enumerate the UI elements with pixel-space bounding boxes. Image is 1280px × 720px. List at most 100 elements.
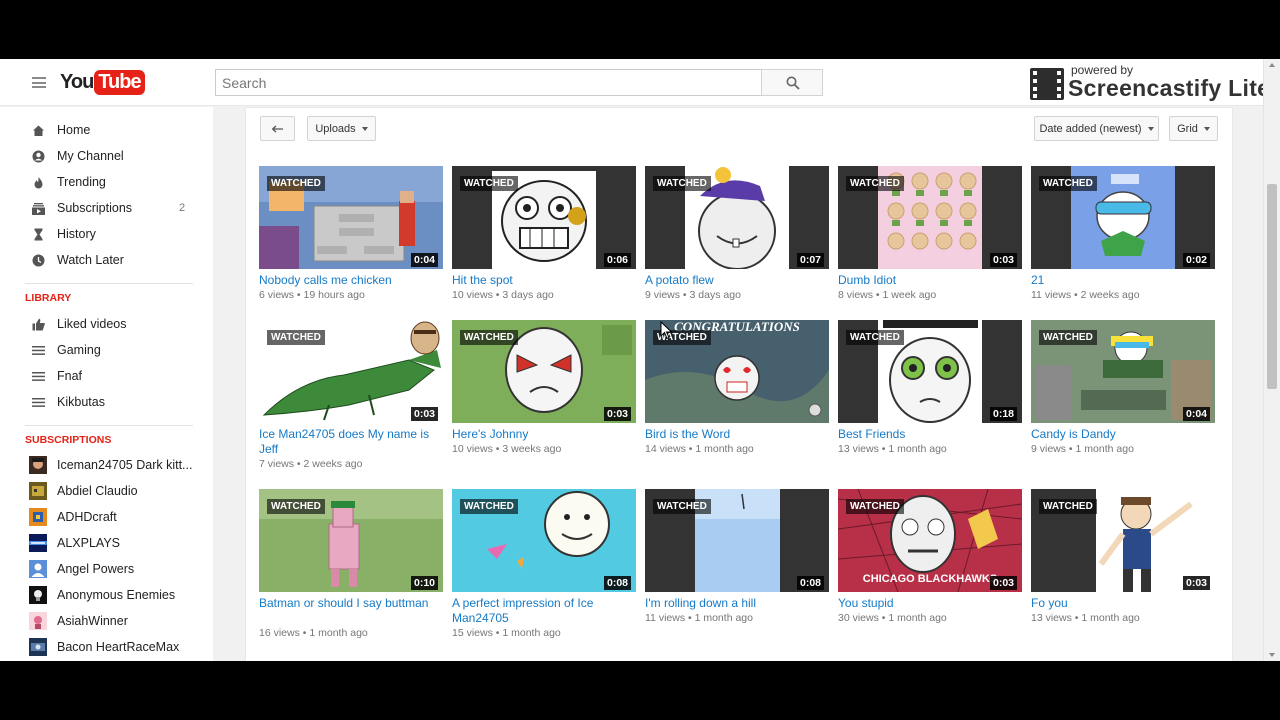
sidebar-item-trending[interactable]: Trending xyxy=(0,169,213,195)
uploads-dropdown[interactable]: Uploads xyxy=(307,116,376,141)
subscription-item[interactable]: Abdiel Claudio xyxy=(0,478,213,504)
duration-badge: 0:03 xyxy=(1182,576,1210,590)
subscription-item[interactable]: Iceman24705 Dark kitt... xyxy=(0,452,213,478)
browser-viewport: You Tube Search powered by Screencastify… xyxy=(0,59,1280,661)
watched-badge: WATCHED xyxy=(653,176,711,191)
view-count: 11 views xyxy=(1031,289,1072,301)
sidebar-item-label: Subscriptions xyxy=(57,201,133,215)
video-thumbnail[interactable]: WATCHED 0:04 xyxy=(259,166,443,269)
search-input[interactable]: Search xyxy=(215,69,762,96)
watched-badge: WATCHED xyxy=(653,499,711,514)
sidebar-item-label: History xyxy=(57,227,96,241)
scrollbar-thumb[interactable] xyxy=(1267,184,1277,389)
view-count: 7 views xyxy=(259,458,295,470)
guide-menu-icon[interactable] xyxy=(32,77,46,88)
video-title-link[interactable]: Batman or should I say buttman xyxy=(259,596,443,611)
video-meta: 11 views • 2 weeks ago xyxy=(1031,289,1140,301)
view-count: 8 views xyxy=(838,289,874,301)
video-thumbnail[interactable]: WATCHED 0:07 xyxy=(645,166,829,269)
video-thumbnail[interactable]: WATCHED 0:06 xyxy=(452,166,636,269)
video-thumbnail[interactable]: WATCHED 0:08 xyxy=(452,489,636,592)
sidebar-item-watch-later[interactable]: Watch Later xyxy=(0,247,213,273)
chevron-down-icon xyxy=(1147,126,1154,131)
watched-badge: WATCHED xyxy=(1039,176,1097,191)
video-thumbnail[interactable]: WATCHED 0:18 xyxy=(838,320,1022,423)
video-title-link[interactable]: Here's Johnny xyxy=(452,427,636,442)
video-title-link[interactable]: Ice Man24705 does My name is Jeff xyxy=(259,427,443,457)
video-title-link[interactable]: Best Friends xyxy=(838,427,1022,442)
search-button[interactable] xyxy=(761,69,823,96)
video-thumbnail[interactable]: WATCHED 0:02 xyxy=(1031,166,1215,269)
video-thumbnail[interactable]: WATCHED 0:03 xyxy=(259,320,443,423)
duration-badge: 0:10 xyxy=(410,576,438,590)
channel-avatar xyxy=(29,534,47,552)
sidebar-divider xyxy=(25,283,193,284)
video-title-link[interactable]: Hit the spot xyxy=(452,273,636,288)
channel-videos-panel: Uploads Date added (newest) Grid WATCHED… xyxy=(245,107,1233,661)
list-icon xyxy=(32,345,45,355)
video-thumbnail[interactable]: WATCHED 0:03 xyxy=(452,320,636,423)
video-meta: 15 views • 1 month ago xyxy=(452,627,561,639)
video-thumbnail[interactable]: CHICAGO BLACKHAWKS WATCHED 0:03 xyxy=(838,489,1022,592)
sidebar-item-history[interactable]: History xyxy=(0,221,213,247)
subscription-item[interactable]: ADHDcraft xyxy=(0,504,213,530)
subscription-item[interactable]: ALXPLAYS xyxy=(0,530,213,556)
video-thumbnail[interactable]: WATCHED 0:03 xyxy=(838,166,1022,269)
scroll-down-icon[interactable] xyxy=(1269,653,1275,657)
sidebar-item-my-channel[interactable]: My Channel xyxy=(0,143,213,169)
duration-badge: 0:03 xyxy=(989,253,1017,267)
video-meta: 16 views • 1 month ago xyxy=(259,627,368,639)
subscription-label: Abdiel Claudio xyxy=(57,484,138,498)
video-thumbnail[interactable]: WATCHED 0:08 xyxy=(645,489,829,592)
sidebar-item-label: Kikbutas xyxy=(57,395,105,409)
video-title-link[interactable]: Nobody calls me chicken xyxy=(259,273,443,288)
back-arrow-icon xyxy=(271,125,283,132)
video-title-link[interactable]: You stupid xyxy=(838,596,1022,611)
watched-badge: WATCHED xyxy=(1039,499,1097,514)
video-title-link[interactable]: I'm rolling down a hill xyxy=(645,596,829,611)
watched-badge: WATCHED xyxy=(1039,330,1097,345)
video-title-link[interactable]: Candy is Dandy xyxy=(1031,427,1215,442)
subscription-item[interactable]: AsiahWinner xyxy=(0,608,213,634)
video-thumbnail[interactable]: WATCHED 0:10 xyxy=(259,489,443,592)
video-title-link[interactable]: Dumb Idiot xyxy=(838,273,1022,288)
video-title-link[interactable]: Fo you xyxy=(1031,596,1215,611)
upload-age: 3 days ago xyxy=(502,289,554,301)
youtube-logo[interactable]: You Tube xyxy=(60,70,145,95)
view-count: 13 views xyxy=(1031,612,1072,624)
sidebar-item-home[interactable]: Home xyxy=(0,117,213,143)
sidebar-item-liked-videos[interactable]: Liked videos xyxy=(0,311,213,337)
video-meta: 9 views • 1 month ago xyxy=(1031,443,1134,455)
sidebar-item-kikbutas[interactable]: Kikbutas xyxy=(0,389,213,415)
video-title-link[interactable]: Bird is the Word xyxy=(645,427,829,442)
watched-badge: WATCHED xyxy=(846,330,904,345)
subscription-item[interactable]: Bacon HeartRaceMax xyxy=(0,634,213,660)
video-meta: 10 views • 3 days ago xyxy=(452,289,554,301)
sidebar-item-label: Watch Later xyxy=(57,253,124,267)
sort-dropdown[interactable]: Date added (newest) xyxy=(1034,116,1159,141)
view-count: 11 views xyxy=(645,612,686,624)
sidebar-item-gaming[interactable]: Gaming xyxy=(0,337,213,363)
video-meta: 10 views • 3 weeks ago xyxy=(452,443,562,455)
sidebar-item-fnaf[interactable]: Fnaf xyxy=(0,363,213,389)
video-thumbnail[interactable]: WATCHED 0:04 xyxy=(1031,320,1215,423)
view-dropdown[interactable]: Grid xyxy=(1169,116,1218,141)
hourglass-icon xyxy=(34,228,43,240)
page-scrollbar[interactable] xyxy=(1263,59,1280,661)
sidebar-item-subscriptions[interactable]: Subscriptions 2 xyxy=(0,195,213,221)
video-thumbnail[interactable]: WATCHED 0:03 xyxy=(1031,489,1215,592)
video-title-link[interactable]: A perfect impression of Ice Man24705 xyxy=(452,596,636,626)
watched-badge: WATCHED xyxy=(267,499,325,514)
subscriptions-heading[interactable]: SUBSCRIPTIONS xyxy=(25,434,111,446)
video-title-link[interactable]: A potato flew xyxy=(645,273,829,288)
back-button[interactable] xyxy=(260,116,295,141)
upload-age: 1 month ago xyxy=(502,627,561,639)
channel-avatar xyxy=(29,638,47,656)
library-heading[interactable]: LIBRARY xyxy=(25,292,71,304)
scroll-up-icon[interactable] xyxy=(1269,63,1275,67)
subscription-item[interactable]: Anonymous Enemies xyxy=(0,582,213,608)
subscription-item[interactable]: Angel Powers xyxy=(0,556,213,582)
watched-badge: WATCHED xyxy=(846,499,904,514)
upload-age: 1 month ago xyxy=(888,443,947,455)
video-title-link[interactable]: 21 xyxy=(1031,273,1215,288)
